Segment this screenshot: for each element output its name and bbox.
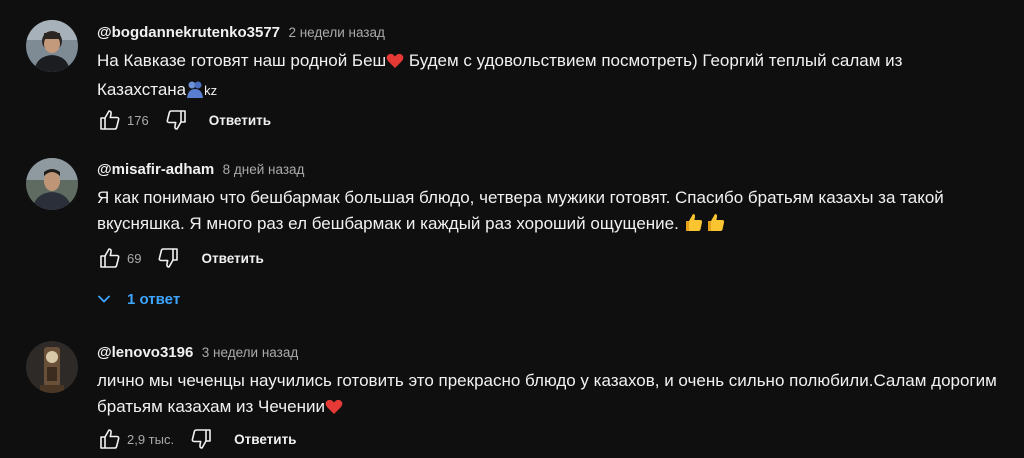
dislike-icon [191, 429, 211, 449]
comment-author[interactable]: @lenovo3196 [97, 344, 193, 361]
comment-time[interactable]: 2 недели назад [288, 25, 384, 40]
comment-text: На Кавказе готовят наш родной Беш Будем … [97, 48, 1004, 106]
replies-count: 1 ответ [127, 290, 181, 308]
avatar[interactable] [26, 158, 78, 210]
comment-time[interactable]: 8 дней назад [223, 162, 305, 177]
comment-author[interactable]: @misafir-adham [97, 161, 214, 178]
like-button[interactable] [97, 107, 123, 133]
like-icon [100, 429, 120, 449]
like-icon [100, 248, 120, 268]
dislike-icon [166, 110, 186, 130]
reply-button[interactable]: Ответить [209, 113, 271, 128]
dislike-button[interactable] [188, 426, 214, 452]
reply-button[interactable]: Ответить [234, 432, 296, 447]
comment-time[interactable]: 3 недели назад [202, 345, 298, 360]
comment-text: лично мы чеченцы научились готовить это … [97, 368, 1004, 423]
comment-author[interactable]: @bogdannekrutenko3577 [97, 24, 280, 41]
like-button[interactable] [97, 245, 123, 271]
like-count: 69 [127, 250, 142, 266]
hug-emoji [186, 80, 204, 106]
thumbs-up-emoji [684, 212, 704, 240]
like-icon [100, 110, 120, 130]
heart-emoji [325, 397, 343, 423]
dislike-icon [159, 248, 179, 268]
reply-button[interactable]: Ответить [201, 251, 263, 266]
avatar[interactable] [26, 341, 78, 393]
chevron-down-icon [97, 294, 111, 304]
show-replies-button[interactable]: 1 ответ [97, 288, 180, 310]
like-count: 176 [127, 112, 149, 128]
dislike-button[interactable] [163, 107, 189, 133]
dislike-button[interactable] [155, 245, 181, 271]
comment-text: Я как понимаю что бешбармак большая блюд… [97, 185, 1004, 240]
thumbs-up-emoji [706, 212, 726, 240]
avatar[interactable] [26, 20, 78, 72]
heart-emoji [386, 51, 404, 77]
like-button[interactable] [97, 426, 123, 452]
like-count: 2,9 тыс. [127, 431, 175, 447]
